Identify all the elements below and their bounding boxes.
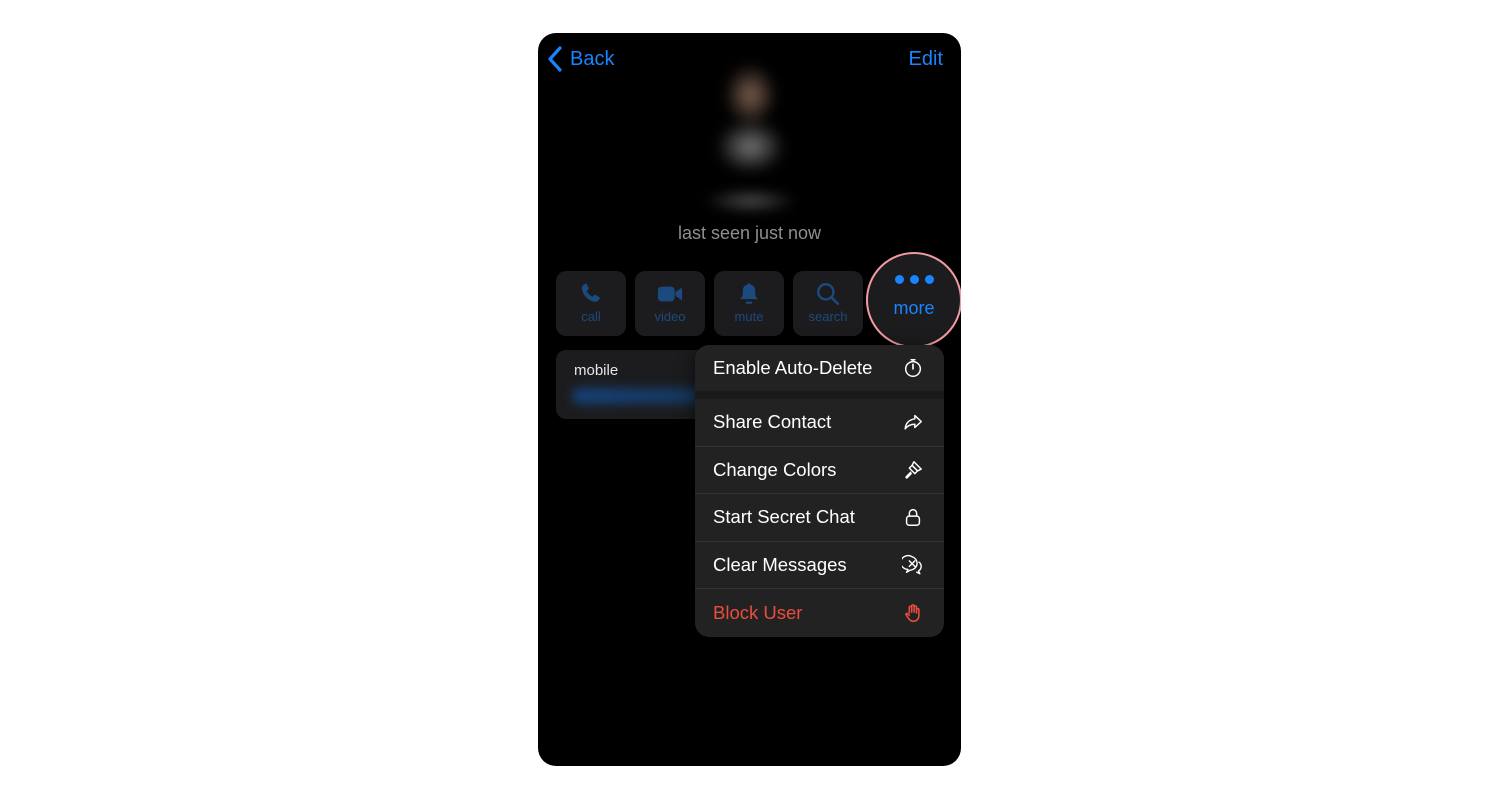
phone-icon [581,283,600,302]
call-button[interactable]: call [556,271,626,336]
share-arrow-icon [904,415,922,430]
back-label: Back [570,47,615,70]
menu-item-block-user[interactable]: Block User [695,589,944,637]
phone-type-label: mobile [574,362,619,379]
menu-separator [695,391,944,399]
more-button[interactable]: more [866,252,961,348]
video-button[interactable]: video [635,271,705,336]
menu-item-change-colors[interactable]: Change Colors [695,447,944,494]
edit-button[interactable]: Edit [909,48,943,71]
action-bar: call video mute search [556,271,863,336]
bell-icon [740,283,758,304]
more-context-menu: Enable Auto-Delete Share Contact Change … [695,345,944,637]
mute-button[interactable]: mute [714,271,784,336]
avatar[interactable] [708,53,793,173]
menu-item-label: Enable Auto-Delete [713,357,873,378]
video-label: video [654,309,686,324]
search-icon [817,283,840,306]
ellipsis-icon [894,275,934,284]
clear-chat-icon [902,554,922,575]
contact-name-blurred [688,183,813,219]
menu-item-label: Clear Messages [713,553,847,575]
mute-label: mute [734,309,764,324]
paintbrush-icon [905,460,922,479]
menu-item-label: Start Secret Chat [713,506,855,528]
call-label: call [581,309,601,324]
video-camera-icon [657,286,683,302]
search-button[interactable]: search [793,271,863,336]
timer-icon [904,359,922,377]
hand-stop-icon [905,603,920,622]
contact-info-screen: Back Edit last seen just now call video … [538,33,961,766]
back-button[interactable]: Back [546,45,614,73]
last-seen-status: last seen just now [677,223,822,243]
menu-item-label: Share Contact [713,411,832,433]
lock-icon [905,509,921,527]
menu-item-clear-messages[interactable]: Clear Messages [695,542,944,589]
chevron-left-icon [548,46,562,72]
menu-item-start-secret-chat[interactable]: Start Secret Chat [695,494,944,542]
menu-item-label: Change Colors [713,458,837,480]
menu-item-label: Block User [713,601,803,623]
more-label: more [893,298,935,318]
menu-item-share-contact[interactable]: Share Contact [695,399,944,447]
search-label: search [808,309,848,324]
menu-item-enable-auto-delete[interactable]: Enable Auto-Delete [695,345,944,391]
